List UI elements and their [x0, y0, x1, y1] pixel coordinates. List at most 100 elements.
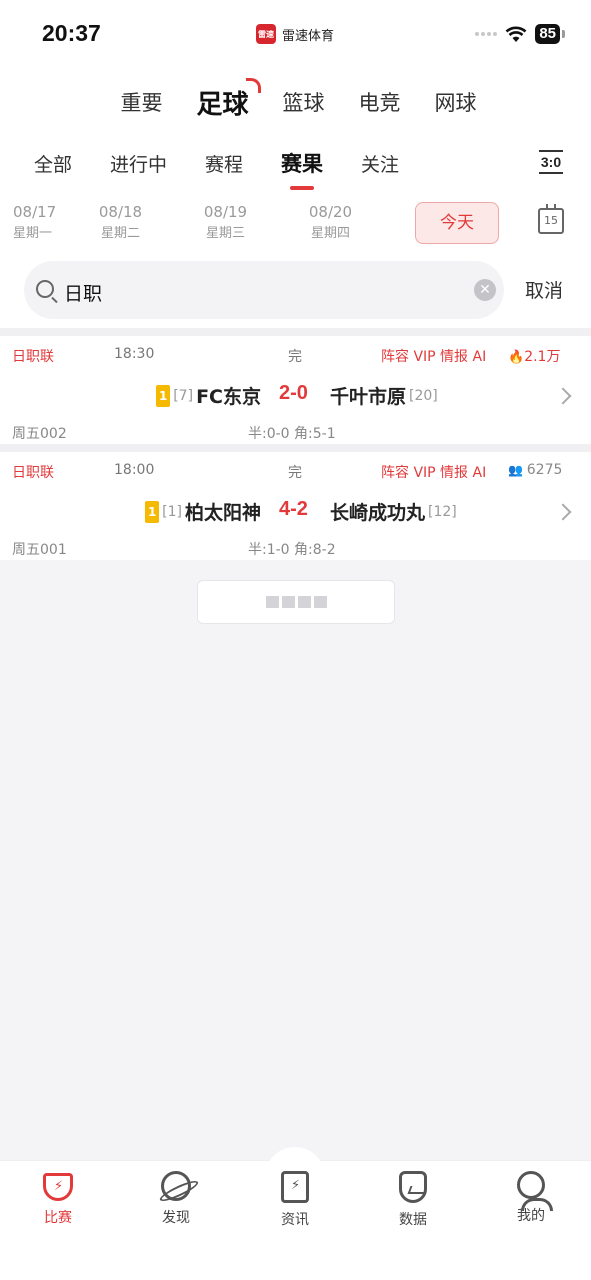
bottom-nav: 比赛 发现 资讯 数据 我的: [0, 1147, 591, 1280]
date-label: 08/17: [13, 203, 57, 221]
nav-label: 发现: [162, 1210, 190, 1226]
nav-label: 数据: [399, 1212, 427, 1228]
viewer-value: 6275: [526, 462, 563, 478]
today-button[interactable]: 今天: [415, 202, 499, 244]
sub-tabs: 全部 进行中 赛程 赛果 关注 3:0: [0, 140, 591, 186]
home-side: 1 [1] 柏太阳神: [145, 498, 261, 525]
nav-label: 资讯: [281, 1212, 309, 1228]
sub-tab-schedule[interactable]: 赛程: [205, 150, 243, 177]
match-info-links[interactable]: 阵容 VIP 情报 AI: [381, 346, 486, 366]
nav-label: 比赛: [44, 1210, 72, 1226]
data-icon: [399, 1171, 427, 1203]
signal-icon: [475, 32, 498, 36]
cancel-button[interactable]: 取消: [525, 276, 563, 303]
sport-tabs: 重要 足球 篮球 电竞 网球: [0, 64, 591, 140]
clock: 20:37: [42, 20, 101, 46]
tab-tennis[interactable]: 网球: [435, 87, 477, 117]
nav-data[interactable]: 数据: [373, 1171, 453, 1229]
weekday-label: 星期一: [13, 226, 53, 241]
tab-esports[interactable]: 电竞: [359, 87, 401, 117]
nav-profile[interactable]: 我的: [491, 1171, 571, 1225]
loading-bars: [265, 596, 327, 608]
date-label: 08/19: [203, 203, 248, 221]
tab-basketball[interactable]: 篮球: [283, 87, 325, 117]
app-indicator: 雷速 雷速体育: [256, 24, 334, 44]
sub-tab-results[interactable]: 赛果: [281, 148, 323, 178]
app-name: 雷速体育: [282, 28, 335, 44]
status-bar: 20:37 雷速 雷速体育 85: [0, 0, 591, 64]
weekday-label: 星期二: [100, 226, 140, 241]
away-rank: [20]: [409, 387, 438, 404]
app-logo-icon: 雷速: [256, 24, 276, 44]
match-teams: 1 [7] FC东京 2-0 千叶市原 [20]: [0, 378, 591, 408]
match-status: 完: [288, 349, 302, 365]
league-name: 日职联: [12, 465, 54, 481]
away-team: 千叶市原: [330, 386, 407, 408]
search-row: 日职 ✕ 取消: [0, 252, 591, 328]
viewer-count: 👥 6275: [508, 462, 562, 478]
tab-important[interactable]: 重要: [120, 87, 162, 117]
date-item[interactable]: 08/17 星期一: [0, 203, 68, 241]
home-rank: [7]: [173, 387, 194, 404]
sub-tab-all[interactable]: 全部: [34, 150, 72, 177]
flame-icon: 🔥: [508, 350, 525, 365]
search-value: 日职: [64, 283, 103, 305]
sub-tab-follow[interactable]: 关注: [361, 150, 399, 177]
weekday-label: 星期三: [205, 226, 245, 241]
search-icon: [36, 280, 54, 298]
score: 2-0: [279, 382, 308, 404]
home-rank: [1]: [162, 503, 182, 520]
chevron-right-icon[interactable]: [554, 503, 572, 521]
half-corner-stats: 半:1-0 角:8-2: [248, 542, 336, 558]
battery-icon: 85: [535, 24, 560, 44]
match-time: 18:00: [114, 462, 155, 478]
half-corner-stats: 半:0-0 角:5-1: [248, 426, 336, 442]
calendar-icon[interactable]: 15: [538, 204, 564, 234]
tab-football[interactable]: 足球: [196, 77, 261, 121]
divider: [0, 328, 591, 336]
weekday-label: 星期四: [310, 226, 350, 241]
news-icon: [281, 1171, 309, 1203]
badge: 1: [156, 384, 171, 407]
date-label: 08/18: [98, 203, 143, 221]
score-mode-icon[interactable]: 3:0: [539, 150, 563, 174]
league-name: 日职联: [12, 349, 54, 365]
home-team: FC东京: [196, 386, 261, 408]
top-area: 20:37 雷速 雷速体育 85 重要 足球 篮球 电竞 网球 全部 进行中 赛…: [0, 0, 591, 328]
date-label: 08/20: [308, 203, 353, 221]
match-teams: 1 [1] 柏太阳神 4-2 长崎成功丸 [12]: [0, 494, 591, 524]
trophy-icon: [43, 1173, 73, 1201]
divider: [0, 444, 591, 452]
match-code: 周五001: [12, 542, 67, 558]
badge: 1: [145, 500, 160, 523]
loading-placeholder: [197, 580, 395, 624]
date-selector: 08/17 星期一 08/18 星期二 08/19 星期三 08/20 星期四 …: [0, 186, 591, 252]
match-code: 周五002: [12, 426, 67, 442]
battery-tip: [562, 30, 565, 38]
heat-value: 2.1万: [524, 349, 561, 365]
match-card[interactable]: 日职联 18:00 完 阵容 VIP 情报 AI 👥 6275 1 [1] 柏太…: [0, 452, 591, 560]
nav-matches[interactable]: 比赛: [18, 1171, 98, 1227]
wifi-icon: [505, 26, 527, 42]
away-team: 长崎成功丸: [330, 502, 426, 524]
nav-news[interactable]: 资讯: [255, 1171, 335, 1229]
sub-tab-live[interactable]: 进行中: [110, 150, 167, 177]
date-item[interactable]: 08/20 星期四: [278, 203, 383, 241]
nav-discover[interactable]: 发现: [136, 1171, 216, 1227]
away-rank: [12]: [428, 503, 457, 520]
match-card[interactable]: 日职联 18:30 完 阵容 VIP 情报 AI 🔥2.1万 1 [7] FC东…: [0, 336, 591, 444]
status-icons: 85: [475, 24, 565, 44]
profile-icon: [517, 1171, 553, 1211]
clear-icon[interactable]: ✕: [474, 279, 496, 301]
home-team: 柏太阳神: [184, 502, 261, 524]
match-info-links[interactable]: 阵容 VIP 情报 AI: [381, 462, 486, 482]
match-status: 完: [288, 465, 302, 481]
date-item[interactable]: 08/19 星期三: [173, 203, 278, 241]
chevron-right-icon[interactable]: [554, 387, 572, 405]
heat-count: 🔥2.1万: [508, 346, 560, 366]
score: 4-2: [279, 498, 308, 520]
date-item[interactable]: 08/18 星期二: [68, 203, 173, 241]
people-icon: 👥: [508, 463, 527, 477]
match-time: 18:30: [114, 346, 155, 362]
search-input[interactable]: 日职 ✕: [24, 261, 504, 319]
